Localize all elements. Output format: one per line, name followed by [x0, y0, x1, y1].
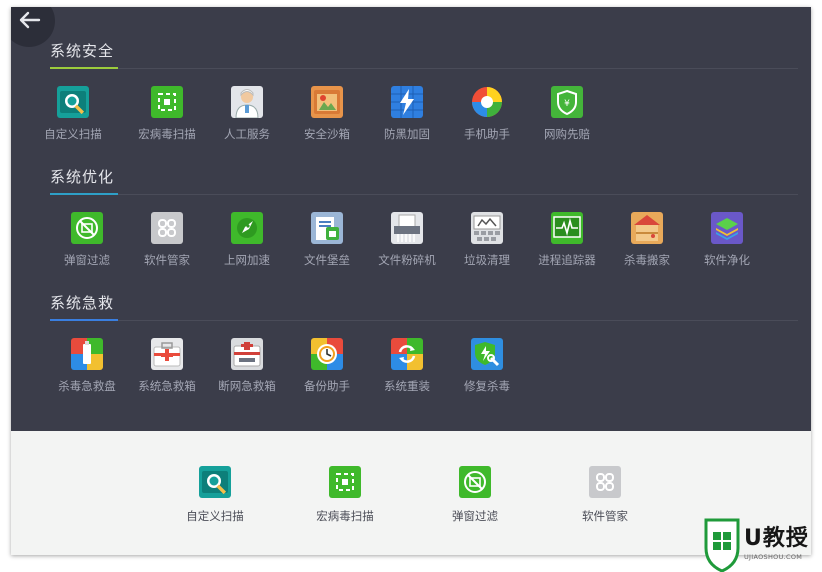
popup-filter-icon — [71, 212, 103, 244]
favorite-label: 弹窗过滤 — [452, 509, 498, 523]
tool-popup-filter[interactable]: 弹窗过滤 — [47, 212, 127, 268]
tool-label: 杀毒急救盘 — [58, 379, 116, 393]
sandbox-icon — [311, 86, 343, 118]
tool-label: 断网急救箱 — [218, 379, 276, 393]
section-title-optimize: 系统优化 — [50, 168, 115, 186]
favorite-label: 软件管家 — [582, 509, 628, 523]
process-tracker-icon — [551, 212, 583, 244]
tool-junk-clean[interactable]: 垃圾清理 — [447, 212, 527, 268]
tool-label: 安全沙箱 — [304, 127, 350, 141]
system-rescue-box-icon — [151, 338, 183, 370]
tool-human-service[interactable]: 人工服务 — [207, 86, 287, 142]
section-accent — [50, 67, 118, 69]
file-fortress-icon — [311, 212, 343, 244]
tool-macro-virus-scan[interactable]: 宏病毒扫描 — [127, 86, 207, 142]
offline-rescue-box-icon — [231, 338, 263, 370]
tool-shopping-protection[interactable]: ¥ 网购先赔 — [527, 86, 607, 142]
tool-av-move[interactable]: 杀毒搬家 — [607, 212, 687, 268]
custom-scan-icon — [57, 86, 89, 118]
custom-scan-icon — [199, 466, 231, 498]
repair-av-icon — [471, 338, 503, 370]
tool-system-rescue-box[interactable]: 系统急救箱 — [127, 338, 207, 394]
rescue-disk-icon — [71, 338, 103, 370]
favorite-label: 自定义扫描 — [186, 509, 244, 523]
tool-offline-rescue-box[interactable]: 断网急救箱 — [207, 338, 287, 394]
tool-label: 宏病毒扫描 — [138, 127, 196, 141]
anti-hack-icon — [391, 86, 423, 118]
tool-label: 系统重装 — [384, 379, 430, 393]
section-title-security: 系统安全 — [50, 42, 115, 60]
back-button[interactable] — [11, 7, 55, 47]
tool-process-tracker[interactable]: 进程追踪器 — [527, 212, 607, 268]
tool-label: 杀毒搬家 — [624, 253, 670, 267]
tool-custom-scan[interactable]: 自定义扫描 — [33, 86, 113, 142]
favorite-macro-virus-scan[interactable]: 宏病毒扫描 — [305, 466, 385, 524]
software-manager-icon — [151, 212, 183, 244]
tool-software-purify[interactable]: 软件净化 — [687, 212, 767, 268]
tool-label: 备份助手 — [304, 379, 350, 393]
favorite-custom-scan[interactable]: 自定义扫描 — [175, 466, 255, 524]
tool-phone-assistant[interactable]: 手机助手 — [447, 86, 527, 142]
tool-label: 软件管家 — [144, 253, 190, 267]
tool-anti-hack[interactable]: 防黑加固 — [367, 86, 447, 142]
tool-system-reinstall[interactable]: 系统重装 — [367, 338, 447, 394]
section-divider — [50, 320, 798, 321]
tool-label: 进程追踪器 — [538, 253, 596, 267]
tool-backup-assistant[interactable]: 备份助手 — [287, 338, 367, 394]
section-accent — [50, 193, 118, 195]
tool-label: 软件净化 — [704, 253, 750, 267]
watermark-brand: U教授 — [744, 526, 809, 551]
favorite-software-manager[interactable]: 软件管家 — [565, 466, 645, 524]
tool-label: 自定义扫描 — [44, 127, 102, 141]
popup-filter-icon — [459, 466, 491, 498]
tool-label: 网购先赔 — [544, 127, 590, 141]
tool-repair-av[interactable]: 修复杀毒 — [447, 338, 527, 394]
tool-label: 弹窗过滤 — [64, 253, 110, 267]
tool-label: 手机助手 — [464, 127, 510, 141]
tools-panel: 系统安全 自定义扫描 宏病毒扫描 人工服务 安全沙箱 防黑加固 手机助手 ¥ 网… — [11, 7, 811, 431]
tool-file-fortress[interactable]: 文件堡垒 — [287, 212, 367, 268]
svg-text:¥: ¥ — [564, 99, 570, 109]
junk-clean-icon — [471, 212, 503, 244]
section-divider — [50, 68, 798, 69]
tool-label: 系统急救箱 — [138, 379, 196, 393]
macro-virus-scan-icon — [329, 466, 361, 498]
net-accelerate-icon — [231, 212, 263, 244]
favorite-popup-filter[interactable]: 弹窗过滤 — [435, 466, 515, 524]
software-manager-icon — [589, 466, 621, 498]
favorite-label: 宏病毒扫描 — [316, 509, 374, 523]
watermark: U教授 UJIAOSHOU.COM — [703, 518, 822, 572]
section-accent — [50, 319, 118, 321]
tools-window: 系统安全 自定义扫描 宏病毒扫描 人工服务 安全沙箱 防黑加固 手机助手 ¥ 网… — [11, 7, 811, 555]
tool-label: 文件堡垒 — [304, 253, 350, 267]
tool-label: 人工服务 — [224, 127, 270, 141]
tool-rescue-disk[interactable]: 杀毒急救盘 — [47, 338, 127, 394]
tool-label: 垃圾清理 — [464, 253, 510, 267]
tool-label: 文件粉碎机 — [378, 253, 436, 267]
tool-label: 修复杀毒 — [464, 379, 510, 393]
shield-logo-icon — [704, 518, 740, 572]
phone-assistant-icon — [471, 86, 503, 118]
shopping-protection-icon: ¥ — [551, 86, 583, 118]
section-divider — [50, 194, 798, 195]
tool-net-accelerate[interactable]: 上网加速 — [207, 212, 287, 268]
av-move-icon — [631, 212, 663, 244]
human-service-icon — [231, 86, 263, 118]
tool-software-manager[interactable]: 软件管家 — [127, 212, 207, 268]
tool-file-shredder[interactable]: 文件粉碎机 — [367, 212, 447, 268]
backup-assistant-icon — [311, 338, 343, 370]
system-reinstall-icon — [391, 338, 423, 370]
back-arrow-icon — [19, 11, 41, 29]
tool-sandbox[interactable]: 安全沙箱 — [287, 86, 367, 142]
macro-virus-scan-icon — [151, 86, 183, 118]
section-title-rescue: 系统急救 — [50, 294, 115, 312]
tool-label: 上网加速 — [224, 253, 270, 267]
software-purify-icon — [711, 212, 743, 244]
tool-label: 防黑加固 — [384, 127, 430, 141]
watermark-url: UJIAOSHOU.COM — [744, 553, 803, 561]
file-shredder-icon — [391, 212, 423, 244]
